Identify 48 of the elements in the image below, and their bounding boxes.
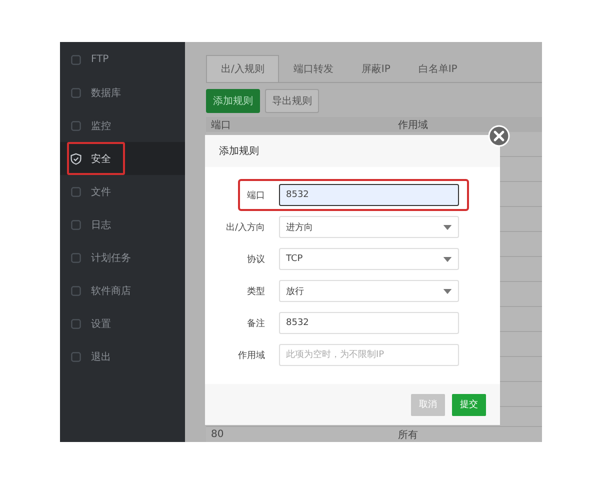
square-icon bbox=[70, 318, 82, 330]
sidebar-item[interactable]: 数据库 bbox=[60, 76, 185, 109]
square-icon bbox=[70, 218, 82, 230]
export-button[interactable]: 导出规则 bbox=[265, 89, 319, 113]
column-header: 端口 bbox=[210, 118, 232, 132]
tab[interactable]: 白名单IP bbox=[404, 55, 472, 82]
caret-icon bbox=[443, 288, 452, 294]
square-icon bbox=[70, 284, 82, 296]
field-label: 协议 bbox=[246, 254, 265, 266]
select-field[interactable]: 放行 bbox=[279, 280, 459, 302]
select-field[interactable]: 进方向 bbox=[279, 216, 459, 238]
square-icon bbox=[70, 252, 82, 264]
square-icon bbox=[70, 54, 82, 66]
sidebar-item[interactable]: 安全 bbox=[60, 142, 185, 175]
sidebar-item[interactable]: 计划任务 bbox=[60, 241, 185, 274]
field-label: 备注 bbox=[246, 318, 265, 330]
table-cell-text: 80 bbox=[210, 429, 225, 440]
add-button[interactable]: 添加规则 bbox=[206, 89, 260, 113]
tab[interactable]: 出/入规则 bbox=[206, 55, 280, 82]
dialog-title: 添加规则 bbox=[219, 144, 259, 158]
square-icon bbox=[70, 86, 82, 98]
select-field[interactable]: TCP bbox=[279, 248, 459, 270]
tab[interactable]: 端口转发 bbox=[279, 55, 348, 82]
input-field[interactable]: 8532 bbox=[279, 312, 459, 334]
sidebar-item[interactable]: 监控 bbox=[60, 109, 185, 142]
field-label: 端口 bbox=[246, 190, 265, 202]
sidebar-item[interactable]: 软件商店 bbox=[60, 274, 185, 307]
square-icon bbox=[70, 186, 82, 198]
shield-icon bbox=[70, 152, 82, 164]
input-field[interactable]: 8532 bbox=[279, 184, 459, 206]
square-icon bbox=[70, 120, 82, 132]
close-icon[interactable] bbox=[488, 125, 510, 147]
submit-button[interactable]: 提交 bbox=[452, 394, 486, 416]
field-label: 作用域 bbox=[237, 350, 265, 362]
tab[interactable]: 屏蔽IP bbox=[347, 55, 404, 82]
caret-icon bbox=[443, 224, 452, 230]
column-header: 作用域 bbox=[398, 118, 428, 132]
sidebar-item[interactable]: 文件 bbox=[60, 175, 185, 208]
input-field[interactable]: 此项为空时，为不限制IP bbox=[279, 344, 459, 366]
sidebar-item[interactable]: 退出 bbox=[60, 340, 185, 373]
sidebar-item[interactable]: 设置 bbox=[60, 307, 185, 340]
field-label: 出/入方向 bbox=[224, 222, 265, 234]
table-cell-text: 所有 bbox=[398, 428, 418, 442]
sidebar-item[interactable]: 日志 bbox=[60, 208, 185, 241]
sidebar-item[interactable]: FTP bbox=[60, 43, 185, 76]
field-label: 类型 bbox=[246, 286, 265, 298]
caret-icon bbox=[443, 256, 452, 262]
square-icon bbox=[70, 350, 82, 362]
